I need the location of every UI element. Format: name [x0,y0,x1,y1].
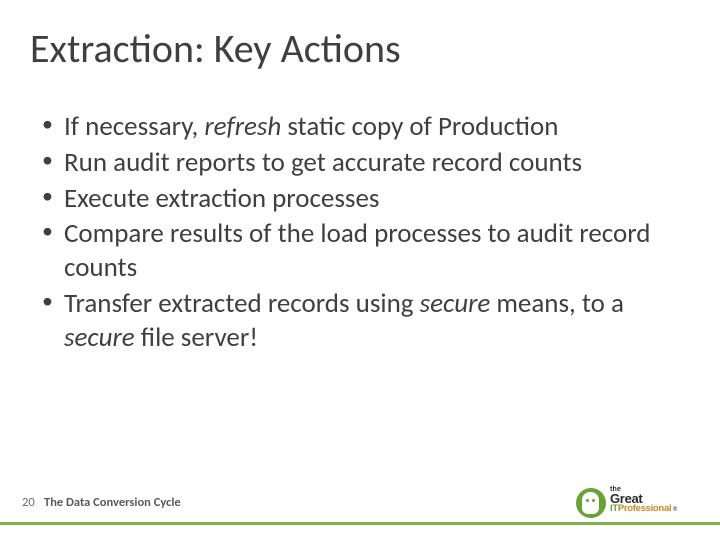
bullet-text: Compare results of the load processes to… [64,217,650,284]
logo-eye-icon [586,499,589,502]
footer-title: The Data Conversion Cycle [44,495,181,510]
bullet-item: If necessary, refresh static copy of Pro… [36,110,690,144]
logo-eye-icon [592,499,595,502]
logo-face-icon [582,492,599,514]
bullet-emph: refresh [204,110,281,143]
logo-subline: ITProfessional [610,504,671,514]
bullet-list: If necessary, refresh static copy of Pro… [36,110,690,354]
bullet-text: means, to a [490,287,624,320]
bullet-item: Run audit reports to get accurate record… [36,146,690,180]
slide-footer: 20 The Data Conversion Cycle the Great I… [0,480,720,540]
bullet-text: file server! [135,321,258,354]
bullet-emph: secure [420,287,491,320]
logo-word-professional: Professional [618,503,671,514]
logo-text: the Great ITProfessional ® [610,486,671,514]
bullet-text: Run audit reports to get accurate record… [64,146,582,179]
bullet-item: Transfer extracted records using secure … [36,287,690,355]
slide-content: If necessary, refresh static copy of Pro… [36,110,690,356]
logo-word-it: IT [610,503,618,514]
bullet-text: If necessary, [64,110,204,143]
bullet-item: Compare results of the load processes to… [36,217,690,285]
slide-title: Extraction: Key Actions [30,24,401,73]
bullet-emph: secure [64,321,135,354]
bullet-text: static copy of Production [281,110,558,143]
registered-icon: ® [673,507,677,513]
logo-mark-icon [576,488,606,518]
page-number: 20 [22,495,35,510]
bullet-text: Execute extraction processes [64,182,379,215]
footer-base-band [0,525,720,540]
bullet-text: Transfer extracted records using [64,287,420,320]
brand-logo: the Great ITProfessional ® [576,488,696,518]
bullet-item: Execute extraction processes [36,182,690,216]
